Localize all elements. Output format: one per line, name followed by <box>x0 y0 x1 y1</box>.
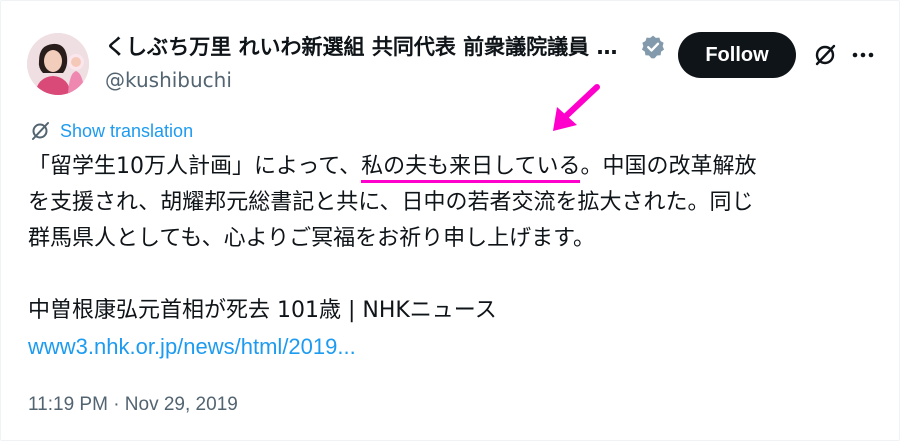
translate-icon <box>32 122 49 140</box>
news-link[interactable]: www3.nhk.or.jp/news/html/2019... <box>28 334 356 359</box>
show-translation-link[interactable]: Show translation <box>29 119 193 143</box>
tweet-text-segment: 「留学生10万人計画」によって、 <box>28 154 362 179</box>
tweet-text-line-2: を支援され、胡耀邦元総書記と共に、日中の若者交流を拡大された。同じ <box>28 190 754 215</box>
follow-button[interactable]: Follow <box>678 32 796 78</box>
more-icon[interactable] <box>849 41 877 69</box>
news-headline: 中曽根康弘元首相が死去 101歳 | NHKニュース <box>28 298 497 323</box>
grok-icon[interactable] <box>811 41 839 69</box>
verified-badge-icon <box>641 35 665 59</box>
tweet-card: くしぶち万里 れいわ新選組 共同代表 前衆議院議員 政策審議会長 @kushib… <box>0 0 900 441</box>
avatar[interactable] <box>27 33 89 95</box>
author-display-name[interactable]: くしぶち万里 れいわ新選組 共同代表 前衆議院議員 政策審議会長 <box>105 34 633 60</box>
tweet-text-spacer <box>28 257 888 293</box>
highlighted-phrase: 私の夫も来日している <box>361 154 581 183</box>
tweet-text: 「留学生10万人計画」によって、私の夫も来日している。中国の改革解放 を支援され… <box>28 149 888 365</box>
tweet-text-segment: 。中国の改革解放 <box>580 154 757 179</box>
author-handle[interactable]: @kushibuchi <box>105 67 232 93</box>
tweet-timestamp[interactable]: 11:19 PM · Nov 29, 2019 <box>28 394 238 416</box>
tweet-text-line-3: 群馬県人としても、心よりご冥福をお祈り申し上げます。 <box>28 226 595 251</box>
show-translation-label: Show translation <box>60 120 194 141</box>
annotation-arrow-icon <box>553 84 600 131</box>
tweet-text-line-1: 「留学生10万人計画」によって、私の夫も来日している。中国の改革解放 <box>28 149 888 185</box>
